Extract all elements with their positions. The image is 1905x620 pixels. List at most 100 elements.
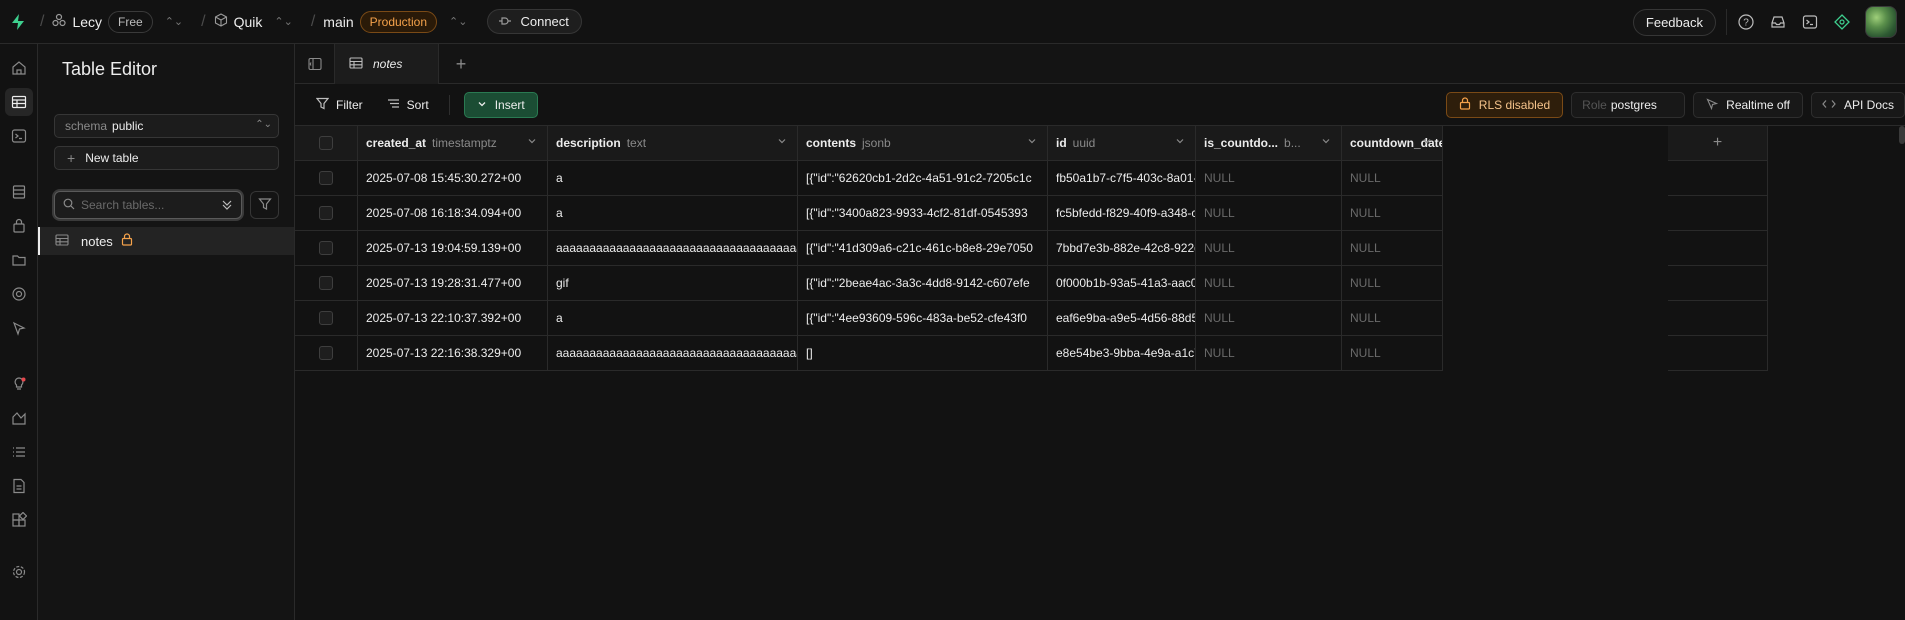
org-breadcrumb[interactable]: Lecy Free [52, 10, 153, 33]
realtime-toggle-button[interactable]: Realtime off [1693, 92, 1803, 118]
row-checkbox[interactable] [319, 241, 333, 255]
table-cell[interactable]: aaaaaaaaaaaaaaaaaaaaaaaaaaaaaaaaaaaaaaaa… [548, 231, 798, 266]
realtime-icon[interactable] [5, 314, 33, 342]
column-header[interactable]: contents jsonb [798, 126, 1048, 161]
api-docs-button[interactable]: API Docs [1810, 92, 1905, 118]
column-menu-chevron-icon[interactable] [1027, 136, 1037, 149]
table-editor-icon[interactable] [5, 88, 33, 116]
search-tables-input[interactable] [81, 198, 211, 212]
table-cell[interactable]: [{"id":"2beae4ac-3a3c-4dd8-9142-c607efe [798, 266, 1048, 301]
add-tab-icon[interactable]: + [451, 54, 471, 74]
branch-switcher-icon[interactable]: ⌃⌄ [449, 15, 467, 28]
table-cell[interactable]: NULL [1342, 161, 1443, 196]
rls-disabled-button[interactable]: RLS disabled [1445, 92, 1564, 118]
add-column-button[interactable]: + [1668, 126, 1768, 161]
role-selector[interactable]: Role postgres [1571, 92, 1686, 118]
storage-icon[interactable] [5, 246, 33, 274]
api-docs-icon[interactable] [5, 472, 33, 500]
feedback-button[interactable]: Feedback [1632, 8, 1716, 36]
assistant-diamond-icon[interactable] [1833, 13, 1851, 31]
column-header[interactable]: description text [548, 126, 798, 161]
auth-icon[interactable] [5, 212, 33, 240]
table-cell[interactable]: NULL [1196, 161, 1342, 196]
database-icon[interactable] [5, 178, 33, 206]
table-cell[interactable]: NULL [1196, 231, 1342, 266]
column-header[interactable]: is_countdo... b... [1196, 126, 1342, 161]
org-switcher-icon[interactable]: ⌃⌄ [165, 15, 183, 28]
row-checkbox[interactable] [319, 276, 333, 290]
row-checkbox[interactable] [319, 311, 333, 325]
table-cell[interactable]: e8e54be3-9bba-4e9a-a1c7-7ac03112403e [1048, 336, 1196, 371]
table-cell[interactable]: 2025-07-13 22:10:37.392+00 [358, 301, 548, 336]
table-cell[interactable]: gif [548, 266, 798, 301]
integrations-icon[interactable] [5, 506, 33, 534]
column-header[interactable]: id uuid [1048, 126, 1196, 161]
table-cell[interactable]: 2025-07-08 15:45:30.272+00 [358, 161, 548, 196]
filter-button[interactable]: Filter [308, 92, 371, 118]
project-switcher-icon[interactable]: ⌃⌄ [274, 15, 292, 28]
inbox-icon[interactable] [1769, 13, 1787, 31]
column-header[interactable]: created_at timestamptz [358, 126, 548, 161]
table-cell[interactable]: [{"id":"3400a823-9933-4cf2-81df-0545393 [798, 196, 1048, 231]
table-cell[interactable]: fb50a1b7-c7f5-403c-8a01-b04c8cb252da [1048, 161, 1196, 196]
table-cell[interactable]: NULL [1196, 266, 1342, 301]
supabase-logo-icon[interactable] [4, 8, 32, 36]
row-checkbox[interactable] [319, 171, 333, 185]
table-cell[interactable]: NULL [1196, 196, 1342, 231]
table-cell[interactable]: [] [798, 336, 1048, 371]
terminal-icon[interactable] [1801, 13, 1819, 31]
table-cell[interactable]: NULL [1342, 301, 1443, 336]
connect-button[interactable]: Connect [487, 9, 582, 34]
reports-icon[interactable] [5, 404, 33, 432]
vertical-scrollbar[interactable] [1899, 126, 1905, 144]
new-table-button[interactable]: + New table [54, 146, 279, 170]
search-tables-field[interactable] [54, 191, 242, 219]
chevrons-down-icon[interactable] [221, 198, 233, 215]
row-checkbox[interactable] [319, 206, 333, 220]
filter-tables-button[interactable] [250, 191, 279, 219]
column-header[interactable]: countdown_datetimestamptz [1342, 126, 1443, 161]
help-icon[interactable]: ? [1737, 13, 1755, 31]
table-cell[interactable]: 0f000b1b-93a5-41a3-aac0-229e064a7f5c [1048, 266, 1196, 301]
table-cell[interactable]: [{"id":"62620cb1-2d2c-4a51-91c2-7205c1c [798, 161, 1048, 196]
table-cell[interactable]: NULL [1196, 336, 1342, 371]
table-cell[interactable]: 2025-07-08 16:18:34.094+00 [358, 196, 548, 231]
settings-gear-icon[interactable] [5, 558, 33, 586]
select-all-checkbox[interactable] [319, 136, 333, 150]
insert-button[interactable]: Insert [463, 91, 538, 118]
sort-button[interactable]: Sort [379, 92, 437, 118]
table-cell[interactable]: NULL [1342, 336, 1443, 371]
user-avatar[interactable] [1865, 6, 1897, 38]
schema-selector[interactable]: schema public ⌃⌄ [54, 114, 279, 138]
table-cell[interactable]: 2025-07-13 19:28:31.477+00 [358, 266, 548, 301]
column-menu-chevron-icon[interactable] [1175, 136, 1185, 149]
column-menu-chevron-icon[interactable] [1422, 136, 1432, 149]
table-cell[interactable]: 2025-07-13 22:16:38.329+00 [358, 336, 548, 371]
table-cell[interactable]: a [548, 161, 798, 196]
table-cell[interactable]: [{"id":"41d309a6-c21c-461c-b8e8-29e7050 [798, 231, 1048, 266]
table-cell[interactable]: fc5bfedd-f829-40f9-a348-c8e93f0facf1 [1048, 196, 1196, 231]
row-checkbox[interactable] [319, 346, 333, 360]
column-menu-chevron-icon[interactable] [777, 136, 787, 149]
logs-icon[interactable] [5, 438, 33, 466]
tab-notes[interactable]: notes [335, 44, 439, 84]
table-cell[interactable]: [{"id":"4ee93609-596c-483a-be52-cfe43f0 [798, 301, 1048, 336]
column-menu-chevron-icon[interactable] [1321, 136, 1331, 149]
table-cell[interactable]: 2025-07-13 19:04:59.139+00 [358, 231, 548, 266]
table-cell[interactable]: a [548, 301, 798, 336]
edge-functions-icon[interactable] [5, 280, 33, 308]
table-cell[interactable]: NULL [1342, 231, 1443, 266]
table-cell[interactable]: NULL [1196, 301, 1342, 336]
table-cell[interactable]: a [548, 196, 798, 231]
sql-editor-icon[interactable] [5, 122, 33, 150]
sidebar-toggle-icon[interactable] [295, 44, 335, 84]
table-cell[interactable]: aaaaaaaaaaaaaaaaaaaaaaaaaaaaaaaaaaaaaaaa… [548, 336, 798, 371]
table-cell[interactable]: eaf6e9ba-a9e5-4d56-88d5-89862bcd28b [1048, 301, 1196, 336]
table-cell[interactable]: 7bbd7e3b-882e-42c8-922d-d7a928955dd [1048, 231, 1196, 266]
project-breadcrumb[interactable]: Quik [214, 13, 262, 30]
home-icon[interactable] [5, 54, 33, 82]
table-cell[interactable]: NULL [1342, 266, 1443, 301]
column-menu-chevron-icon[interactable] [527, 136, 537, 149]
sidebar-item-notes[interactable]: notes [38, 227, 294, 255]
advisors-bulb-icon[interactable] [5, 370, 33, 398]
